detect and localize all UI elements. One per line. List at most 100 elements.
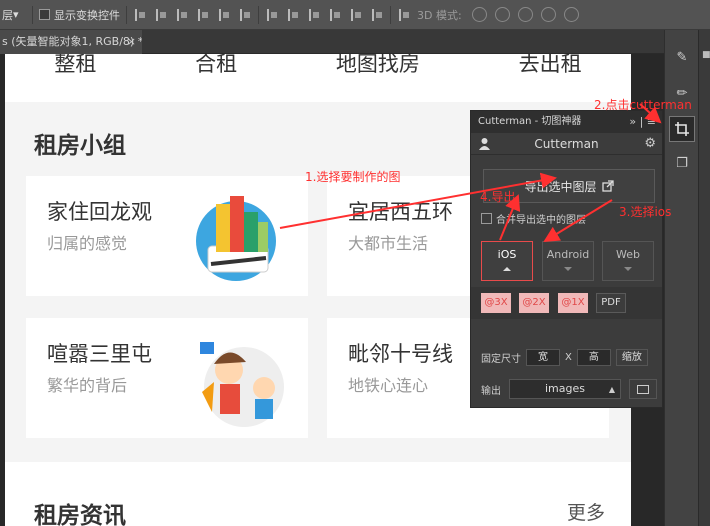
folder-button[interactable]	[629, 379, 657, 399]
fixed-size-row: 固定尺寸 宽 X 高 缩放	[481, 349, 648, 366]
scale-button[interactable]: 缩放	[615, 349, 648, 366]
folder-icon	[637, 384, 649, 394]
puzzle-icon[interactable]: ❐	[669, 150, 695, 176]
align-left-icon[interactable]	[196, 8, 210, 22]
user-icon[interactable]	[479, 137, 490, 150]
divider	[390, 5, 391, 24]
distribute-icons	[265, 8, 384, 22]
document-tab[interactable]: s (矢量智能对象1, RGB/8) * ×	[0, 30, 142, 54]
output-label: 输出	[481, 385, 501, 397]
settings-gear-icon[interactable]: ⚙	[644, 136, 656, 151]
panel-edge-glyph: ■	[702, 50, 710, 60]
align-bottom-icon[interactable]	[175, 8, 189, 22]
group-title: 租房小组	[34, 133, 126, 159]
document-tab-title: s (矢量智能对象1, RGB/8) *	[2, 35, 142, 48]
height-input[interactable]: 高	[576, 349, 611, 366]
card-subtitle: 归属的感觉	[47, 234, 128, 253]
annotation-step4: 4.导出	[480, 190, 516, 204]
distribute-hcenter-icon[interactable]	[349, 8, 363, 22]
card-title: 家住回龙观	[47, 200, 152, 224]
external-link-icon	[601, 180, 614, 192]
platform-ios-button[interactable]: iOS	[481, 241, 533, 281]
align-hcenter-icon[interactable]	[217, 8, 231, 22]
brush-icon[interactable]: ✎	[669, 44, 695, 70]
annotation-step1: 1.选择要制作的图	[305, 170, 401, 184]
card-subtitle: 地铁心连心	[348, 376, 429, 395]
align-top-icon[interactable]	[133, 8, 147, 22]
panel-header: Cutterman - 切图神器 » | ≡	[471, 111, 662, 133]
x-label: X	[565, 352, 572, 363]
auto-align-icon[interactable]	[397, 8, 411, 22]
cutterman-panel: Cutterman - 切图神器 » | ≡ Cutterman ⚙ 导出选中图…	[470, 110, 663, 408]
platform-label: iOS	[497, 248, 517, 261]
3d-mode-label: 3D 模式:	[417, 8, 462, 22]
output-dropdown[interactable]: images ▲	[509, 379, 621, 399]
output-row: 输出 images ▲	[481, 379, 657, 399]
platform-label: Web	[616, 248, 640, 261]
chevron-up-icon: ▲	[608, 385, 615, 394]
photoshop-window: 层 ▾ 显示变换控件 3D 模式: s (矢量智能对象1, RGB/8) * ×…	[0, 0, 710, 526]
align-vcenter-icon[interactable]	[154, 8, 168, 22]
scale-3x-button[interactable]: @3X	[481, 293, 511, 313]
merge-export-label: 合并导出选中的图层	[496, 215, 586, 226]
3d-pan-icon[interactable]	[517, 7, 533, 22]
news-more-link: 更多	[566, 502, 605, 524]
annotation-step3: 3.选择ios	[619, 205, 672, 219]
page-nav: 整租 合租 地图找房 去出租	[5, 54, 631, 102]
divider	[126, 5, 127, 24]
transform-checkbox[interactable]	[39, 9, 50, 20]
platform-android-button[interactable]: Android	[542, 241, 594, 281]
layer-select[interactable]: 层 ▾	[0, 5, 26, 25]
card-huilongguan: 家住回龙观 归属的感觉	[26, 176, 308, 296]
width-input[interactable]: 宽	[526, 349, 560, 366]
collapse-icon[interactable]: »	[629, 115, 636, 128]
distribute-bottom-icon[interactable]	[307, 8, 321, 22]
card-title: 喧嚣三里屯	[47, 342, 152, 366]
align-right-icon[interactable]	[238, 8, 252, 22]
merge-export-row: 合并导出选中的图层	[481, 211, 586, 226]
user-name: Cutterman	[534, 136, 599, 151]
card-title: 宜居西五环	[348, 200, 453, 224]
distribute-vcenter-icon[interactable]	[286, 8, 300, 22]
pdf-button[interactable]: PDF	[596, 293, 626, 313]
distribute-right-icon[interactable]	[370, 8, 384, 22]
3d-scale-icon[interactable]	[563, 7, 579, 22]
cutterman-crop-icon[interactable]	[669, 116, 695, 142]
card-subtitle: 繁华的背后	[47, 376, 128, 395]
news-title: 租房资讯	[34, 503, 126, 526]
3d-slide-icon[interactable]	[540, 7, 556, 22]
close-icon[interactable]: ×	[127, 30, 136, 54]
3d-rotate-icon[interactable]	[471, 7, 487, 22]
nav-item-rent-out: 去出租	[518, 54, 582, 76]
platform-web-button[interactable]: Web	[602, 241, 654, 281]
nav-item-map-search: 地图找房	[335, 54, 420, 76]
distribute-top-icon[interactable]	[265, 8, 279, 22]
fixed-size-label: 固定尺寸	[481, 354, 521, 365]
menu-icon[interactable]: ≡	[647, 115, 656, 128]
align-icons	[133, 8, 252, 22]
3d-roll-icon[interactable]	[494, 7, 510, 22]
city-illustration-icon	[196, 196, 276, 281]
card-sanlitun: 喧嚣三里屯 繁华的背后	[26, 318, 308, 438]
panel-title: Cutterman - 切图神器	[478, 116, 582, 127]
scale-1x-button[interactable]: @1X	[558, 293, 588, 313]
user-bar: Cutterman ⚙	[471, 133, 662, 155]
annotation-step2: 2.点击cutterman	[594, 98, 692, 112]
options-bar: 层 ▾ 显示变换控件 3D 模式:	[0, 0, 710, 30]
divider	[258, 5, 259, 24]
document-tabbar: s (矢量智能对象1, RGB/8) * ×	[0, 30, 664, 54]
export-label: 导出选中图层	[524, 179, 597, 194]
distribute-left-icon[interactable]	[328, 8, 342, 22]
output-value: images	[545, 382, 585, 395]
right-panel-edge: ■	[698, 30, 710, 526]
card-title: 毗邻十号线	[348, 342, 453, 366]
chevron-down-icon	[564, 267, 572, 271]
people-illustration-icon	[200, 342, 284, 427]
nav-item-whole-rent: 整租	[54, 54, 97, 76]
platform-label: Android	[546, 248, 590, 261]
scale-2x-button[interactable]: @2X	[519, 293, 549, 313]
merge-export-checkbox[interactable]	[481, 213, 492, 224]
card-subtitle: 大都市生活	[348, 234, 429, 253]
news-section: 租房资讯 更多	[5, 462, 631, 526]
chevron-down-icon	[624, 267, 632, 271]
